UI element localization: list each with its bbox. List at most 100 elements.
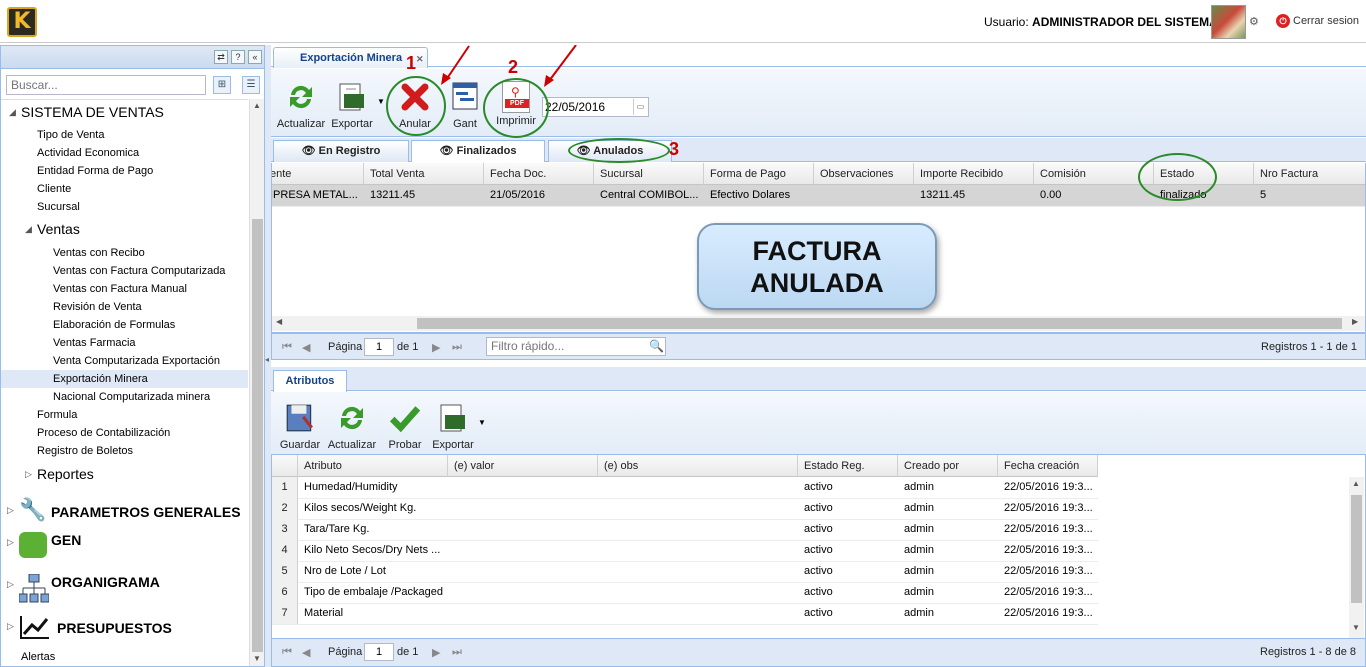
scrollbar-thumb[interactable] [252,219,263,652]
prev-page-icon[interactable]: ◀ [302,341,310,354]
tree-item[interactable]: Ventas con Factura Computarizada [1,262,248,280]
column-header[interactable]: (e) obs [598,455,798,477]
attr-exportar-button[interactable]: Exportar [430,402,476,451]
probar-button[interactable]: Probar [385,402,425,451]
page-input[interactable]: 1 [364,643,394,661]
table-row[interactable]: 2 Kilos secos/Weight Kg. activo admin 22/05/… [272,498,1098,520]
collapse-arrow-icon[interactable]: ◂ [265,355,269,364]
table-cell[interactable] [448,477,598,498]
scroll-right-icon[interactable]: ▶ [1352,317,1358,326]
column-header[interactable]: (e) valor [448,455,598,477]
table-row[interactable]: 1 Humedad/Humidity activo admin 22/05/2016 1… [272,477,1098,499]
scroll-down-icon[interactable]: ▼ [253,654,261,663]
last-page-icon[interactable]: ⏭ [452,646,462,659]
next-page-icon[interactable]: ▶ [432,646,440,659]
tree-item[interactable]: Nacional Computarizada minera [1,388,248,406]
table-cell[interactable] [448,498,598,519]
tree-item[interactable]: Venta Computarizada Exportación [1,352,248,370]
tree-item[interactable]: Alertas [1,648,248,666]
prev-page-icon[interactable]: ◀ [302,646,310,659]
table-cell[interactable] [598,540,798,561]
column-header[interactable]: Atributo [298,455,448,477]
tree-item[interactable]: Actividad Economica [1,144,248,162]
list-icon[interactable]: ☰ [242,76,260,94]
tree-item[interactable]: Cliente [1,180,248,198]
tree-node-parametros[interactable]: ▷ 🔧 PARAMETROS GENERALES [1,496,248,526]
column-header[interactable]: Forma de Pago [704,163,814,185]
table-row[interactable]: 4 Kilo Neto Secos/Dry Nets ... activo admin… [272,540,1098,562]
tree-item-selected[interactable]: Exportación Minera [1,370,248,388]
first-page-icon[interactable]: ⏮ [282,646,292,659]
tree-item[interactable]: Formula [1,406,248,424]
exportar-button[interactable]: Exportar [329,81,375,130]
search-icon[interactable]: 🔍 [649,339,664,353]
scroll-up-icon[interactable]: ▲ [253,101,261,110]
dropdown-arrow-icon[interactable]: ▼ [478,418,486,427]
expand-all-icon[interactable]: ⊞ [213,76,231,94]
column-header[interactable]: Fecha creación [998,455,1098,477]
vertical-scrollbar[interactable]: ▲ ▼ [1349,477,1364,638]
app-logo[interactable]: K [7,7,37,37]
tree-item[interactable]: Entidad Forma de Pago [1,162,248,180]
column-header[interactable]: Estado Reg. [798,455,898,477]
column-header[interactable]: ente [272,163,364,185]
logout-link[interactable]: Cerrar sesion [1293,15,1359,27]
tree-item[interactable]: Proceso de Contabilización [1,424,248,442]
search-input[interactable] [6,75,206,95]
tab-finalizados[interactable]: 👁 Finalizados [411,140,545,162]
column-header[interactable]: Creado por [898,455,998,477]
table-cell[interactable] [598,561,798,582]
tab-en-registro[interactable]: 👁 En Registro [273,140,409,162]
quick-filter-input[interactable]: Filtro rápido... [486,337,666,356]
tree-item[interactable]: Ventas con Factura Manual [1,280,248,298]
scroll-left-icon[interactable]: ◀ [276,317,282,326]
table-cell[interactable] [448,561,598,582]
attr-actualizar-button[interactable]: Actualizar [327,402,377,451]
help-icon[interactable]: ? [231,50,245,64]
tree-node-gen[interactable]: ▷ GEN [1,528,248,560]
column-header[interactable]: Importe Recibido [914,163,1034,185]
column-header[interactable]: Nro Factura [1254,163,1365,185]
tree-item[interactable]: Ventas Farmacia [1,334,248,352]
tree-item[interactable]: Sucursal [1,198,248,216]
table-cell[interactable] [598,603,798,624]
actualizar-button[interactable]: Actualizar [276,81,326,130]
column-header[interactable]: Sucursal [594,163,704,185]
table-cell[interactable] [598,498,798,519]
table-cell[interactable] [448,519,598,540]
column-header[interactable]: Comisión [1034,163,1154,185]
guardar-button[interactable]: Guardar [277,402,323,451]
table-row[interactable]: 3 Tara/Tare Kg. activo admin 22/05/2016 19:3… [272,519,1098,541]
table-cell[interactable] [448,603,598,624]
date-field[interactable]: 22/05/2016 ▭ [542,97,649,117]
tab-atributos[interactable]: Atributos [273,370,347,392]
tree-node-organigrama[interactable]: ▷ ORGANIGRAMA [1,570,248,604]
column-header[interactable]: Fecha Doc. [484,163,594,185]
tree-node-presupuestos[interactable]: ▷ PRESUPUESTOS [1,612,248,644]
horizontal-scrollbar[interactable]: ◀ ▶ [272,316,1365,331]
refresh-icon[interactable]: ⇄ [214,50,228,64]
tree-item[interactable]: Tipo de Venta [1,126,248,144]
collapse-icon[interactable]: « [248,50,262,64]
page-input[interactable]: 1 [364,338,394,356]
avatar[interactable] [1211,5,1246,39]
tree-node-sistema-ventas[interactable]: ◢ SISTEMA DE VENTAS [1,102,248,124]
next-page-icon[interactable]: ▶ [432,341,440,354]
table-row[interactable]: 6 Tipo de embalaje /Packaged activo admin 22… [272,582,1098,604]
last-page-icon[interactable]: ⏭ [452,341,462,354]
table-row[interactable]: 7 Material activo admin 22/05/2016 19:3... [272,603,1098,625]
table-cell[interactable] [448,582,598,603]
scroll-down-icon[interactable]: ▼ [1352,623,1360,632]
column-header[interactable]: Observaciones [814,163,914,185]
table-cell[interactable] [598,477,798,498]
tree-node-reportes[interactable]: ▷ Reportes [1,464,248,486]
table-cell[interactable] [598,582,798,603]
tree-item[interactable]: Elaboración de Formulas [1,316,248,334]
scrollbar-thumb[interactable] [417,318,1342,329]
table-row[interactable]: 5 Nro de Lote / Lot activo admin 22/05/2016 … [272,561,1098,583]
scroll-up-icon[interactable]: ▲ [1352,479,1360,488]
tree-item[interactable]: Ventas con Recibo [1,244,248,262]
scrollbar-thumb[interactable] [1351,495,1362,603]
tab-exportacion-minera[interactable]: Exportación Minera ✕ [273,47,428,68]
sidebar-scrollbar[interactable]: ▲ ▼ [249,99,264,666]
